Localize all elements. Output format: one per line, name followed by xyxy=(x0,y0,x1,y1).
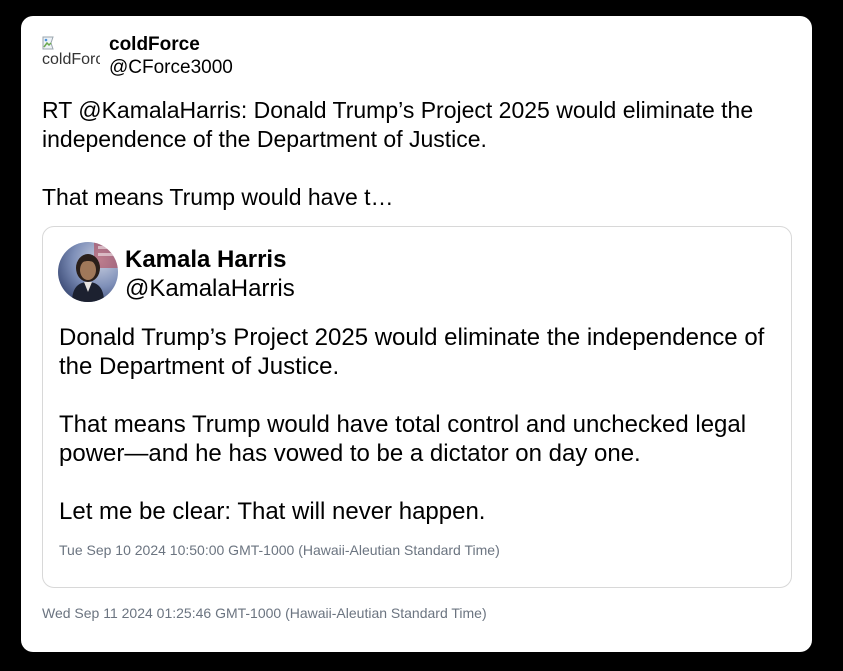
broken-image-icon xyxy=(42,36,54,50)
tweet-card: coldForce coldForce @CForce3000 RT @Kama… xyxy=(21,16,812,652)
profile-photo-icon xyxy=(58,242,118,302)
quoted-author-name[interactable]: Kamala Harris xyxy=(125,246,286,274)
quoted-author-handle[interactable]: @KamalaHarris xyxy=(125,275,295,303)
author-avatar[interactable]: coldForce xyxy=(42,34,100,74)
quoted-text-paragraph-3: Let me be clear: That will never happen. xyxy=(59,498,486,525)
post-text: RT @KamalaHarris: Donald Trump’s Project… xyxy=(42,96,792,212)
quoted-author-avatar[interactable] xyxy=(58,242,118,302)
post-timestamp: Wed Sep 11 2024 01:25:46 GMT-1000 (Hawai… xyxy=(42,605,487,621)
quoted-tweet-text: Donald Trump’s Project 2025 would elimin… xyxy=(59,323,784,526)
author-handle[interactable]: @CForce3000 xyxy=(109,57,233,79)
post-text-line-1: RT @KamalaHarris: Donald Trump’s Project… xyxy=(42,97,754,152)
post-text-line-2: That means Trump would have t… xyxy=(42,184,394,210)
quoted-text-paragraph-2: That means Trump would have total contro… xyxy=(59,411,747,467)
quoted-text-paragraph-1: Donald Trump’s Project 2025 would elimin… xyxy=(59,324,765,380)
author-avatar-alt-text: coldForce xyxy=(42,51,100,68)
author-name[interactable]: coldForce xyxy=(109,34,200,56)
quoted-tweet[interactable]: Kamala Harris @KamalaHarris Donald Trump… xyxy=(42,226,792,588)
quoted-tweet-timestamp: Tue Sep 10 2024 10:50:00 GMT-1000 (Hawai… xyxy=(59,542,500,558)
